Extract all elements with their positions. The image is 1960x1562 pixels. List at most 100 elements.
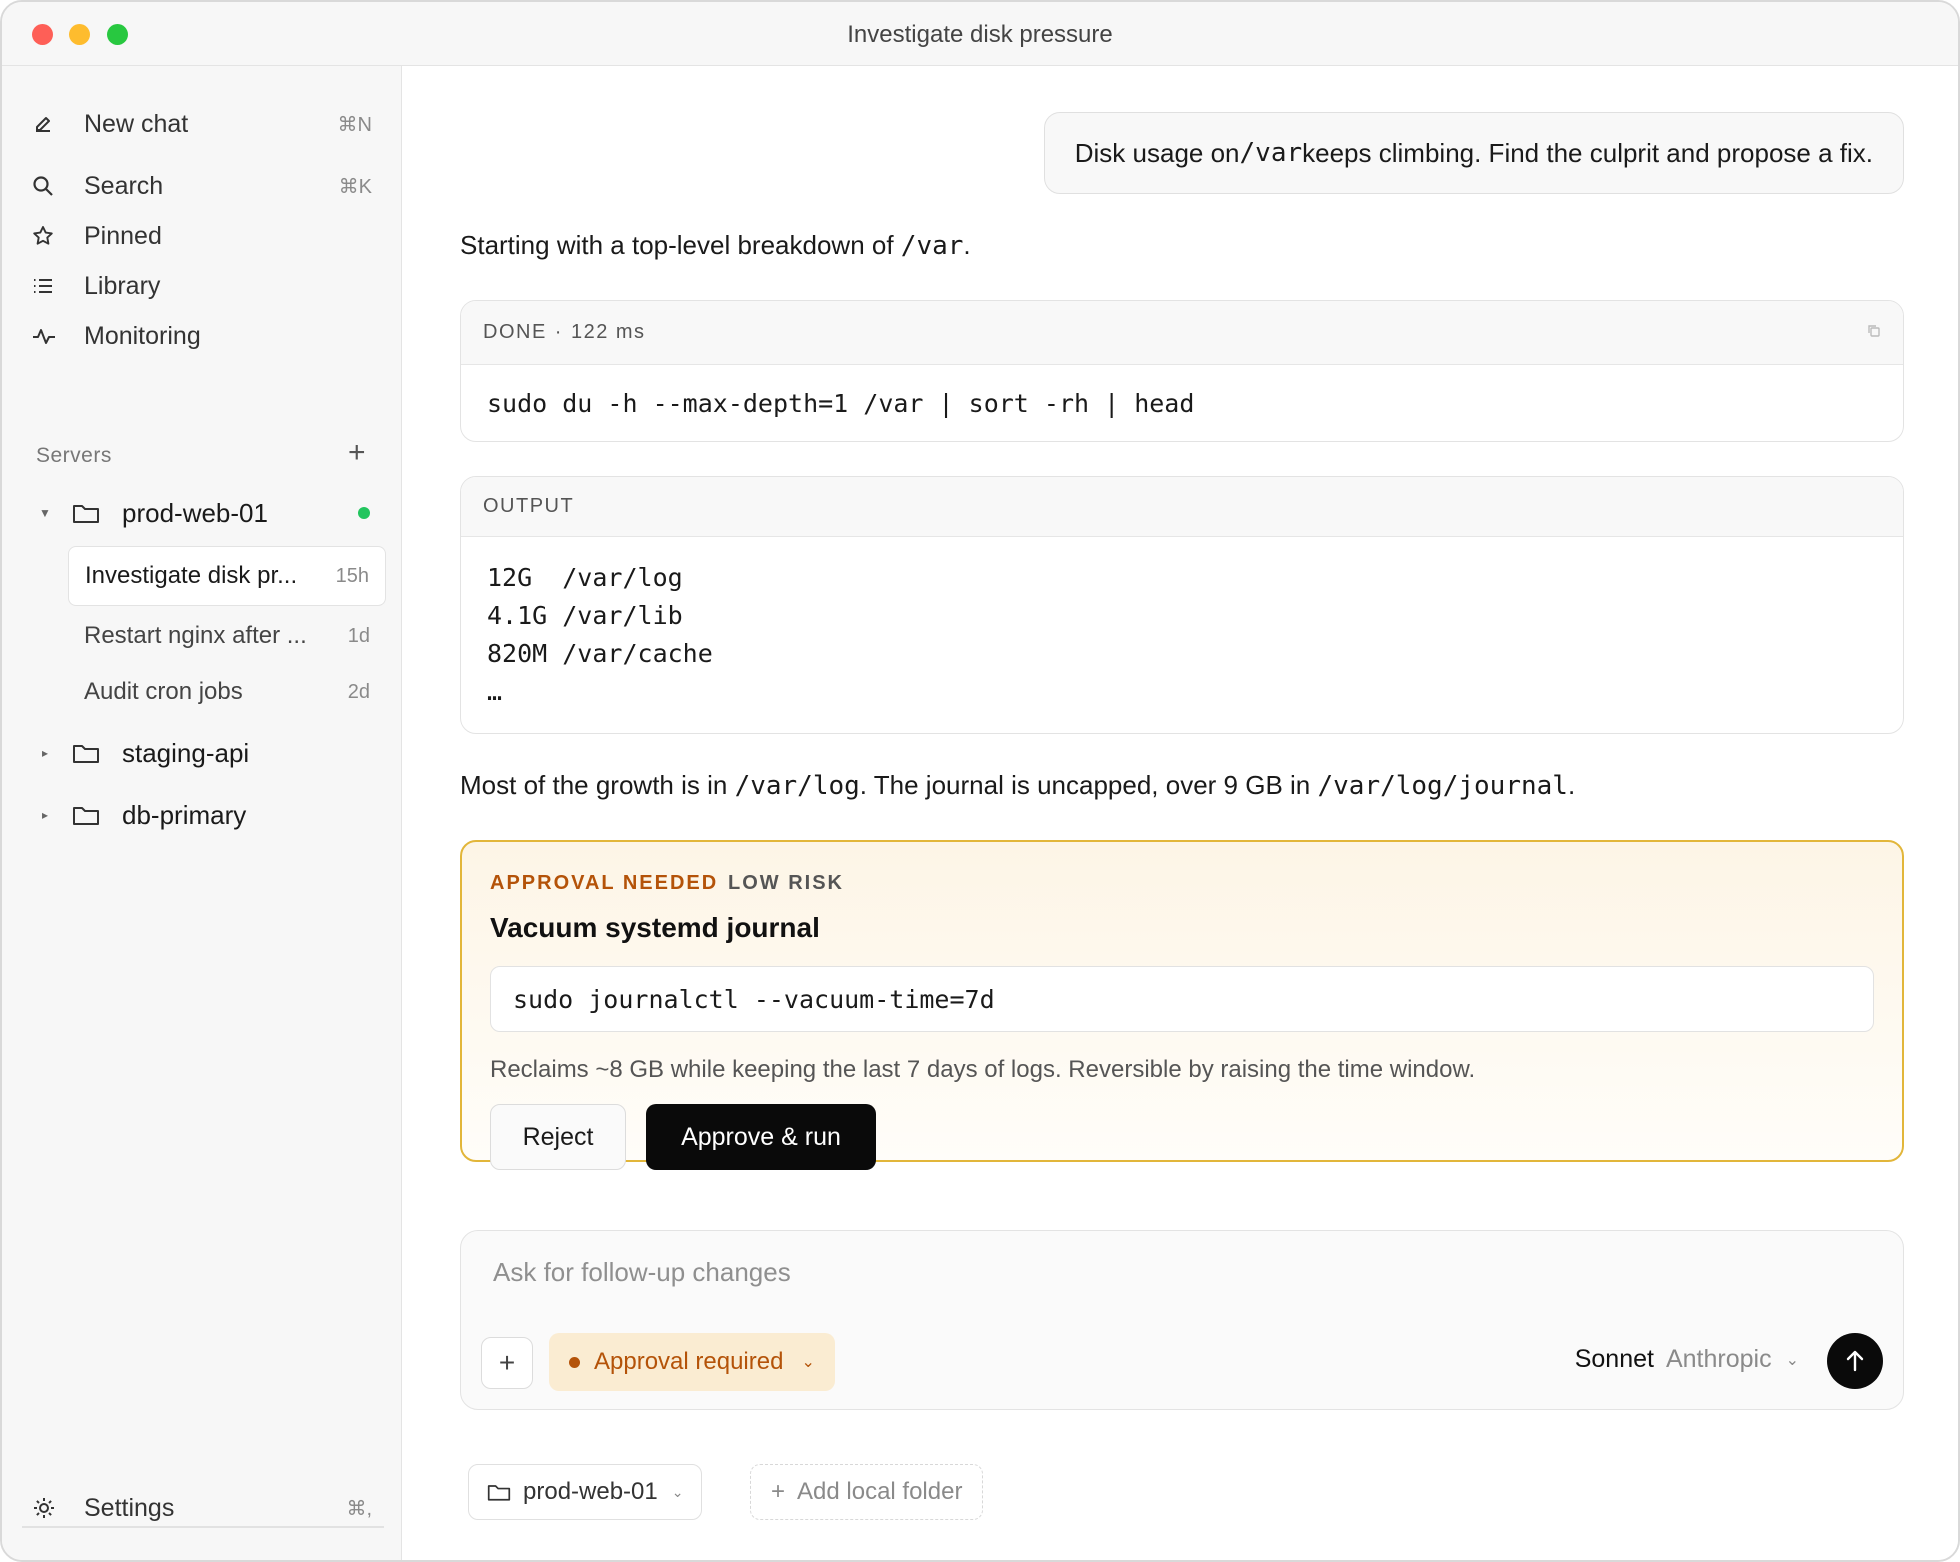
add-folder-label: Add local folder bbox=[797, 1478, 963, 1505]
chat-title: Audit cron jobs bbox=[84, 678, 243, 705]
inline-code: /var bbox=[900, 231, 964, 261]
output-card: OUTPUT 12G /var/log 4.1G /var/lib 820M /va… bbox=[460, 476, 1904, 734]
chevron-down-icon: ⌄ bbox=[801, 1354, 815, 1371]
command-text: sudo du -h --max-depth=1 /var | sort -rh… bbox=[487, 388, 1195, 418]
model-name: Sonnet bbox=[1574, 1345, 1654, 1373]
reject-button[interactable]: Reject bbox=[490, 1104, 626, 1170]
chevron-down-icon: ⌄ bbox=[671, 1483, 684, 1500]
collapsed-caret-icon[interactable]: ▸ bbox=[32, 808, 58, 822]
output-label: OUTPUT bbox=[483, 495, 575, 517]
server-staging-api[interactable]: ▸ staging-api bbox=[32, 730, 372, 776]
chat-item-active[interactable]: Investigate disk pr... 15h bbox=[68, 546, 386, 606]
chevron-down-icon: ⌄ bbox=[1785, 1351, 1799, 1369]
approval-mode-dot bbox=[569, 1356, 580, 1368]
folder-name: prod-web-01 bbox=[523, 1478, 658, 1505]
search-shortcut: ⌘K bbox=[338, 175, 372, 198]
assistant-analysis: Most of the growth is in /var/log. The j… bbox=[460, 770, 1575, 801]
new-chat-label: New chat bbox=[84, 109, 189, 138]
output-lines: 12G /var/log 4.1G /var/lib 820M /var/cache… bbox=[461, 537, 1903, 711]
approval-title: Vacuum systemd journal bbox=[490, 912, 820, 943]
approval-card: APPROVAL NEEDED LOW RISK Vacuum systemd … bbox=[460, 840, 1904, 1170]
new-chat-shortcut: ⌘N bbox=[337, 113, 372, 136]
library-nav-item[interactable]: Library bbox=[32, 262, 372, 310]
server-name: db-primary bbox=[122, 799, 247, 830]
inline-code: /var bbox=[1239, 138, 1303, 168]
assistant-text: Most of the growth is in bbox=[460, 770, 735, 800]
pinned-nav-item[interactable]: Pinned bbox=[32, 212, 372, 260]
approval-description: Reclaims ~8 GB while keeping the last 7 … bbox=[490, 1056, 1476, 1083]
chat-item[interactable]: Restart nginx after ... 1d bbox=[68, 606, 386, 666]
gear-icon bbox=[32, 1496, 72, 1520]
inline-code: /var/log/journal bbox=[1317, 771, 1568, 801]
approval-needed-tag: APPROVAL NEEDED bbox=[490, 872, 719, 894]
settings-button[interactable]: Settings ⌘, bbox=[32, 1484, 372, 1532]
list-icon bbox=[32, 275, 72, 297]
add-server-button[interactable]: + bbox=[348, 438, 366, 468]
add-local-folder-button[interactable]: + Add local folder bbox=[750, 1464, 984, 1520]
output-line: 12G /var/log bbox=[487, 563, 683, 592]
server-db-primary[interactable]: ▸ db-primary bbox=[32, 792, 372, 838]
assistant-text: . The journal is uncapped, over 9 GB in bbox=[859, 770, 1318, 800]
user-message-text: keeps climbing. Find the culprit and pro… bbox=[1302, 137, 1873, 168]
copy-icon[interactable] bbox=[1867, 321, 1881, 344]
send-button[interactable] bbox=[1827, 1333, 1883, 1389]
folder-icon bbox=[72, 804, 112, 826]
server-name: staging-api bbox=[122, 737, 250, 768]
assistant-text: . bbox=[963, 230, 971, 260]
inline-code: /var/log bbox=[734, 771, 860, 801]
model-selector[interactable]: Sonnet Anthropic ⌄ bbox=[1575, 1345, 1799, 1374]
pulse-icon bbox=[32, 325, 72, 347]
approval-command: sudo journalctl --vacuum-time=7d bbox=[490, 966, 1874, 1032]
approval-mode-label: Approval required bbox=[594, 1348, 784, 1375]
settings-label: Settings bbox=[84, 1493, 175, 1522]
command-card: DONE · 122 ms sudo du -h --max-depth=1 /… bbox=[460, 300, 1904, 442]
pinned-label: Pinned bbox=[84, 221, 162, 250]
new-chat-button[interactable]: New chat ⌘N bbox=[32, 100, 372, 148]
folder-icon bbox=[72, 742, 112, 764]
title-bar: Investigate disk pressure bbox=[2, 2, 1958, 66]
chat-title: Investigate disk pr... bbox=[85, 562, 298, 589]
servers-section-label: Servers bbox=[36, 444, 112, 467]
output-line: … bbox=[487, 677, 503, 706]
assistant-text: . bbox=[1567, 770, 1576, 800]
app-window: Investigate disk pressure New chat ⌘N Se… bbox=[0, 0, 1960, 1562]
star-icon bbox=[32, 225, 72, 247]
assistant-intro: Starting with a top-level breakdown of /… bbox=[460, 230, 971, 261]
search-label: Search bbox=[84, 171, 164, 200]
add-attachment-button[interactable]: + bbox=[481, 1337, 533, 1389]
plus-icon: + bbox=[771, 1478, 786, 1505]
user-message: Disk usage on /var keeps climbing. Find … bbox=[1043, 112, 1904, 194]
chat-age: 15h bbox=[335, 564, 369, 587]
user-message-text: Disk usage on bbox=[1074, 137, 1240, 168]
server-prod-web-01[interactable]: ▼ prod-web-01 bbox=[32, 490, 372, 536]
output-line: 4.1G /var/lib bbox=[487, 601, 683, 630]
folder-icon bbox=[72, 502, 112, 524]
approve-and-run-button[interactable]: Approve & run bbox=[646, 1104, 876, 1170]
risk-level-tag: LOW RISK bbox=[728, 872, 844, 894]
model-provider: Anthropic bbox=[1665, 1345, 1772, 1373]
folder-selector[interactable]: prod-web-01 ⌄ bbox=[468, 1464, 703, 1520]
folder-icon bbox=[487, 1482, 511, 1502]
window-title: Investigate disk pressure bbox=[847, 21, 1113, 48]
assistant-text: Starting with a top-level breakdown of bbox=[460, 230, 901, 260]
output-line: 820M /var/cache bbox=[487, 639, 713, 668]
compose-icon bbox=[32, 113, 72, 135]
output-card-header: OUTPUT bbox=[461, 477, 1903, 537]
expanded-caret-icon[interactable]: ▼ bbox=[32, 506, 58, 520]
search-button[interactable]: Search ⌘K bbox=[32, 162, 372, 210]
separator-dot: · bbox=[554, 321, 563, 343]
composer: Ask for follow-up changes + Approval req… bbox=[460, 1230, 1904, 1410]
online-status-dot bbox=[358, 507, 370, 519]
library-label: Library bbox=[84, 271, 161, 300]
arrow-up-icon bbox=[1846, 1350, 1864, 1372]
command-status: DONE bbox=[483, 321, 547, 343]
search-icon bbox=[32, 175, 72, 197]
monitoring-label: Monitoring bbox=[84, 321, 201, 350]
collapsed-caret-icon[interactable]: ▸ bbox=[32, 746, 58, 760]
command-duration: 122 ms bbox=[570, 321, 646, 343]
follow-up-input[interactable]: Ask for follow-up changes bbox=[493, 1257, 791, 1288]
chat-item[interactable]: Audit cron jobs 2d bbox=[68, 662, 386, 722]
monitoring-nav-item[interactable]: Monitoring bbox=[32, 312, 372, 360]
command-card-header: DONE · 122 ms bbox=[461, 301, 1903, 365]
approval-mode-dropdown[interactable]: Approval required ⌄ bbox=[549, 1333, 835, 1391]
